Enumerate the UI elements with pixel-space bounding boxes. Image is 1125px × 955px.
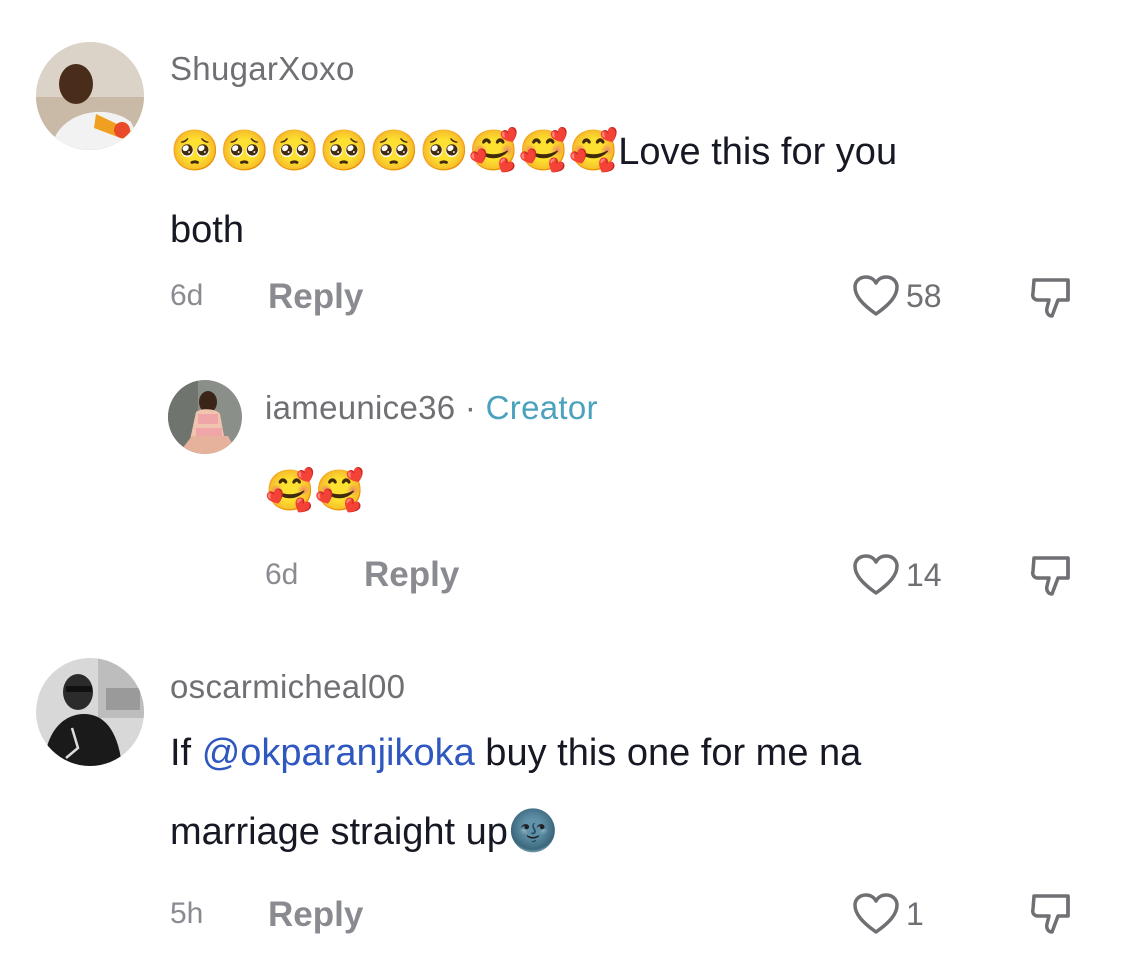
comment-text-line2: marriage straight up bbox=[170, 811, 508, 853]
avatar-image bbox=[36, 658, 144, 766]
thumbs-down-icon bbox=[1031, 894, 1070, 934]
mention-link[interactable]: @okparanjikoka bbox=[202, 732, 475, 774]
comment-timestamp: 5h bbox=[170, 897, 204, 930]
comment-text-prefix: If bbox=[170, 732, 202, 774]
comment-text-line1: buy this one for me na bbox=[474, 732, 862, 774]
dislike-button[interactable] bbox=[1028, 890, 1078, 943]
comment-username[interactable]: oscarmicheal00 bbox=[170, 668, 405, 706]
comment-text: If @okparanjikoka buy this one for me na… bbox=[170, 714, 861, 871]
like-button[interactable]: 1 bbox=[852, 892, 924, 936]
heart-outline-icon bbox=[853, 893, 899, 934]
avatar[interactable] bbox=[36, 658, 144, 766]
like-count: 1 bbox=[906, 895, 924, 932]
reply-button[interactable]: Reply bbox=[268, 895, 363, 935]
emoji-text: 🌚 bbox=[507, 808, 558, 854]
comment-item: oscarmicheal00 If @okparanjikoka buy thi… bbox=[0, 0, 1125, 955]
